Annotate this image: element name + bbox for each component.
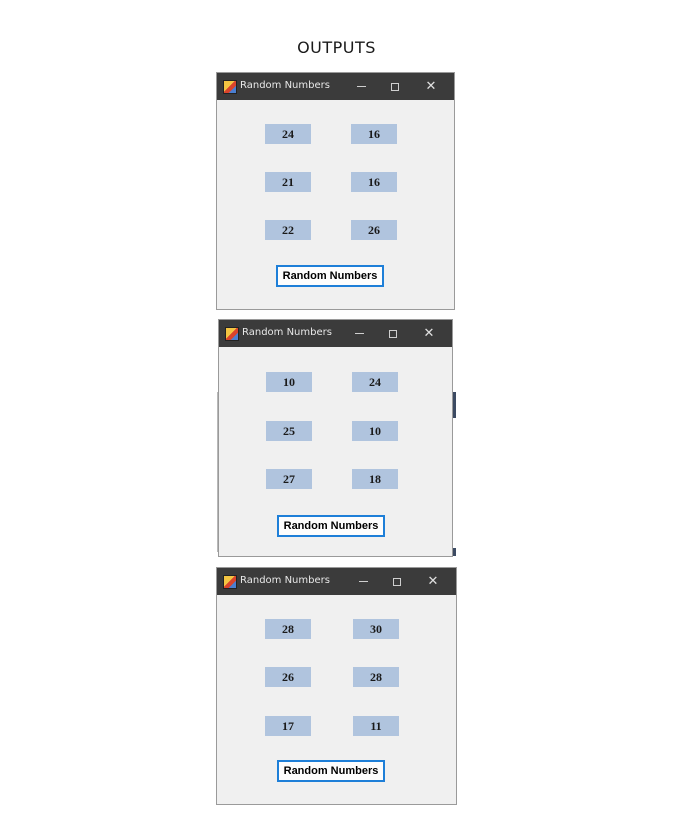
- random-numbers-window: Random Numbers ✕ 24 16 21 16 22 26 Rando…: [217, 73, 454, 309]
- number-label: 28: [353, 667, 399, 687]
- close-button[interactable]: ✕: [416, 568, 450, 595]
- page-heading: OUTPUTS: [297, 38, 376, 57]
- number-label: 17: [265, 716, 311, 736]
- number-label: 28: [265, 619, 311, 639]
- maximize-icon: [391, 82, 399, 91]
- close-icon: ✕: [425, 79, 437, 94]
- close-button[interactable]: ✕: [414, 73, 448, 100]
- number-label: 11: [353, 716, 399, 736]
- app-icon: [223, 80, 237, 94]
- number-label: 21: [265, 172, 311, 192]
- random-numbers-window: Random Numbers ✕ 10 24 25 10 27 18 Rando…: [219, 320, 452, 556]
- title-bar[interactable]: Random Numbers ✕: [219, 320, 452, 347]
- random-numbers-button[interactable]: Random Numbers: [277, 515, 385, 537]
- close-button[interactable]: ✕: [412, 320, 446, 347]
- number-label: 26: [265, 667, 311, 687]
- number-label: 24: [265, 124, 311, 144]
- number-label: 18: [352, 469, 398, 489]
- minimize-icon: [354, 333, 364, 334]
- random-numbers-button[interactable]: Random Numbers: [276, 265, 384, 287]
- window-title: Random Numbers: [240, 80, 330, 91]
- minimize-button[interactable]: [346, 568, 380, 595]
- minimize-icon: [358, 581, 368, 582]
- number-label: 16: [351, 124, 397, 144]
- number-label: 16: [351, 172, 397, 192]
- maximize-button[interactable]: [376, 320, 410, 347]
- number-label: 22: [265, 220, 311, 240]
- maximize-button[interactable]: [378, 73, 412, 100]
- window-title: Random Numbers: [242, 327, 332, 338]
- number-label: 27: [266, 469, 312, 489]
- minimize-icon: [356, 86, 366, 87]
- close-icon: ✕: [427, 574, 439, 589]
- random-numbers-button[interactable]: Random Numbers: [277, 760, 385, 782]
- app-icon: [223, 575, 237, 589]
- number-label: 25: [266, 421, 312, 441]
- minimize-button[interactable]: [344, 73, 378, 100]
- app-icon: [225, 327, 239, 341]
- number-label: 10: [352, 421, 398, 441]
- title-bar[interactable]: Random Numbers ✕: [217, 568, 456, 595]
- maximize-button[interactable]: [380, 568, 414, 595]
- window-title: Random Numbers: [240, 575, 330, 586]
- number-label: 24: [352, 372, 398, 392]
- maximize-icon: [389, 329, 397, 338]
- number-label: 30: [353, 619, 399, 639]
- maximize-icon: [393, 577, 401, 586]
- minimize-button[interactable]: [342, 320, 376, 347]
- number-label: 10: [266, 372, 312, 392]
- title-bar[interactable]: Random Numbers ✕: [217, 73, 454, 100]
- number-label: 26: [351, 220, 397, 240]
- random-numbers-window: Random Numbers ✕ 28 30 26 28 17 11 Rando…: [217, 568, 456, 804]
- close-icon: ✕: [423, 326, 435, 341]
